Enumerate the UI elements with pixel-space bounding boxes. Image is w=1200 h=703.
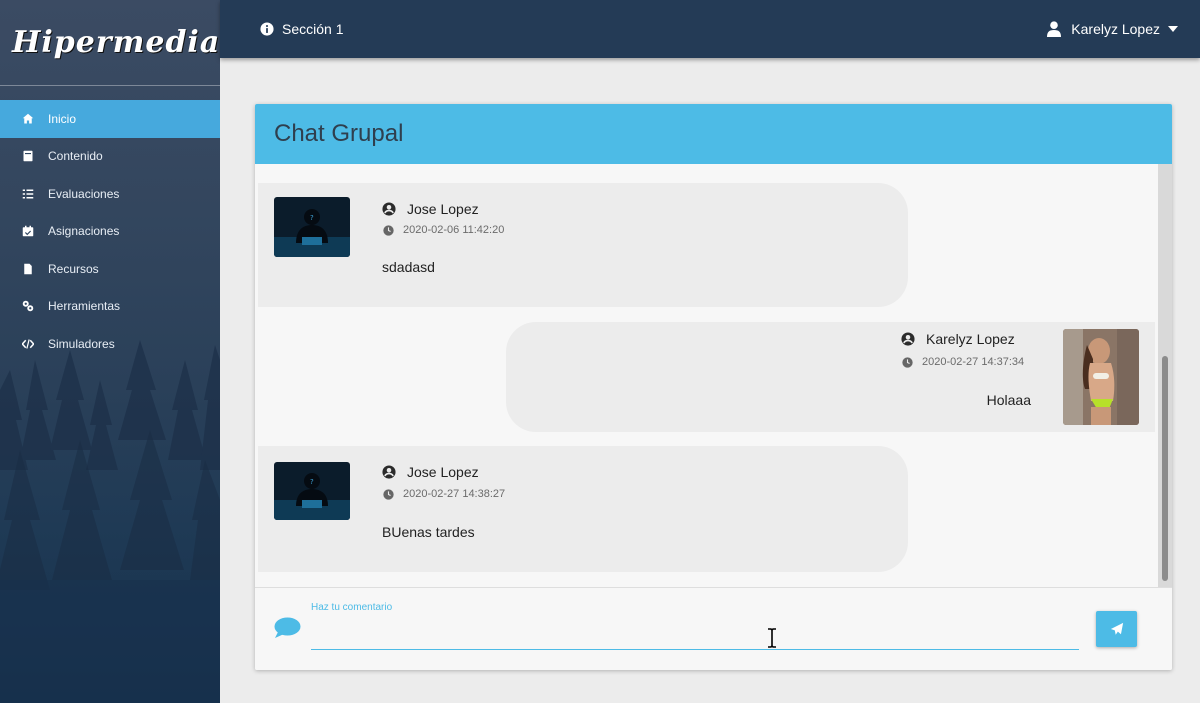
svg-text:?: ?	[310, 214, 314, 222]
sidebar-item-label: Inicio	[48, 111, 77, 126]
user-circle-icon	[382, 202, 396, 216]
comment-label: Haz tu comentario	[311, 602, 393, 613]
sidebar-item-label: Herramientas	[48, 299, 121, 314]
caret-down-icon	[1168, 26, 1178, 32]
message-author: Jose Lopez	[382, 201, 479, 217]
author-name: Jose Lopez	[407, 464, 479, 480]
message-text: Holaaa	[986, 392, 1031, 408]
section-indicator: Sección 1	[260, 0, 343, 58]
brand-logo[interactable]: Hipermedia	[0, 0, 220, 86]
sidebar-item-asignaciones[interactable]: Asignaciones	[0, 213, 220, 251]
sidebar-item-contenido[interactable]: Contenido	[0, 138, 220, 176]
timestamp-text: 2020-02-06 11:42:20	[403, 224, 505, 236]
message-author: Karelyz Lopez	[901, 331, 1015, 347]
brand-logo-text: Hipermedia	[12, 25, 220, 60]
chat-scrollbar[interactable]	[1158, 164, 1172, 587]
scrollbar-thumb[interactable]	[1162, 356, 1168, 581]
home-icon	[20, 112, 36, 126]
file-icon	[20, 262, 36, 276]
message-text: sdadasd	[382, 259, 435, 275]
sidebar-item-simuladores[interactable]: Simuladores	[0, 325, 220, 363]
message-text: BUenas tardes	[382, 524, 475, 540]
user-menu-button[interactable]: Karelyz Lopez	[1047, 0, 1178, 58]
comment-composer: Haz tu comentario	[255, 587, 1172, 670]
author-name: Karelyz Lopez	[926, 331, 1015, 347]
user-icon	[1047, 21, 1062, 37]
chat-message: ? Jose Lopez 2020-02-06 11:42:20 sdadasd	[258, 183, 908, 307]
sidebar-item-label: Evaluaciones	[48, 186, 120, 201]
clock-icon	[902, 356, 913, 368]
section-label: Sección 1	[282, 21, 344, 37]
chat-messages-area[interactable]: ? Jose Lopez 2020-02-06 11:42:20 sdadasd…	[255, 164, 1172, 587]
info-circle-icon	[260, 22, 274, 36]
comment-bubble-icon	[274, 617, 301, 638]
user-circle-icon	[382, 465, 396, 479]
sidebar-item-herramientas[interactable]: Herramientas	[0, 288, 220, 326]
code-icon	[20, 337, 36, 351]
calendar-check-icon	[20, 224, 36, 238]
message-author: Jose Lopez	[382, 464, 479, 480]
chat-header: Chat Grupal	[255, 104, 1172, 164]
clock-icon	[383, 488, 394, 500]
send-button[interactable]	[1096, 611, 1137, 647]
topbar: Sección 1 Karelyz Lopez	[220, 0, 1200, 58]
timestamp-text: 2020-02-27 14:37:34	[922, 356, 1025, 368]
sidebar-item-inicio[interactable]: Inicio	[0, 100, 220, 138]
sidebar-nav: Inicio Contenido Evaluaciones Asignacion…	[0, 100, 220, 363]
chat-card: Chat Grupal ? Jose Lopez 2020-02-06 11:4…	[255, 104, 1172, 670]
clock-icon	[383, 224, 394, 236]
message-timestamp: 2020-02-06 11:42:20	[383, 224, 504, 236]
chat-message: Karelyz Lopez 2020-02-27 14:37:34 Holaaa	[506, 322, 1155, 432]
avatar: ?	[274, 462, 350, 520]
sidebar-item-label: Asignaciones	[48, 224, 120, 239]
sidebar-item-label: Recursos	[48, 261, 99, 276]
paper-plane-icon	[1110, 622, 1123, 635]
message-timestamp: 2020-02-27 14:37:34	[902, 356, 1024, 368]
message-timestamp: 2020-02-27 14:38:27	[383, 488, 505, 500]
tasks-icon	[20, 187, 36, 201]
book-icon	[20, 149, 36, 163]
author-name: Jose Lopez	[407, 201, 479, 217]
avatar	[1063, 329, 1139, 425]
avatar: ?	[274, 197, 350, 257]
chat-message: ? Jose Lopez 2020-02-27 14:38:27 BUenas …	[258, 446, 908, 572]
user-name: Karelyz Lopez	[1071, 21, 1160, 37]
sidebar-item-label: Contenido	[48, 149, 103, 164]
sidebar: Hipermedia Inicio Contenido Evaluaciones…	[0, 0, 220, 703]
tools-icon	[20, 299, 36, 313]
sidebar-item-recursos[interactable]: Recursos	[0, 250, 220, 288]
text-cursor-icon	[768, 628, 776, 648]
chat-title: Chat Grupal	[274, 120, 404, 147]
sidebar-item-label: Simuladores	[48, 336, 115, 351]
comment-input[interactable]	[311, 618, 1079, 650]
timestamp-text: 2020-02-27 14:38:27	[403, 488, 506, 500]
forest-background-image	[0, 340, 220, 703]
sidebar-item-evaluaciones[interactable]: Evaluaciones	[0, 175, 220, 213]
user-circle-icon	[901, 332, 915, 346]
svg-text:?: ?	[310, 478, 314, 486]
